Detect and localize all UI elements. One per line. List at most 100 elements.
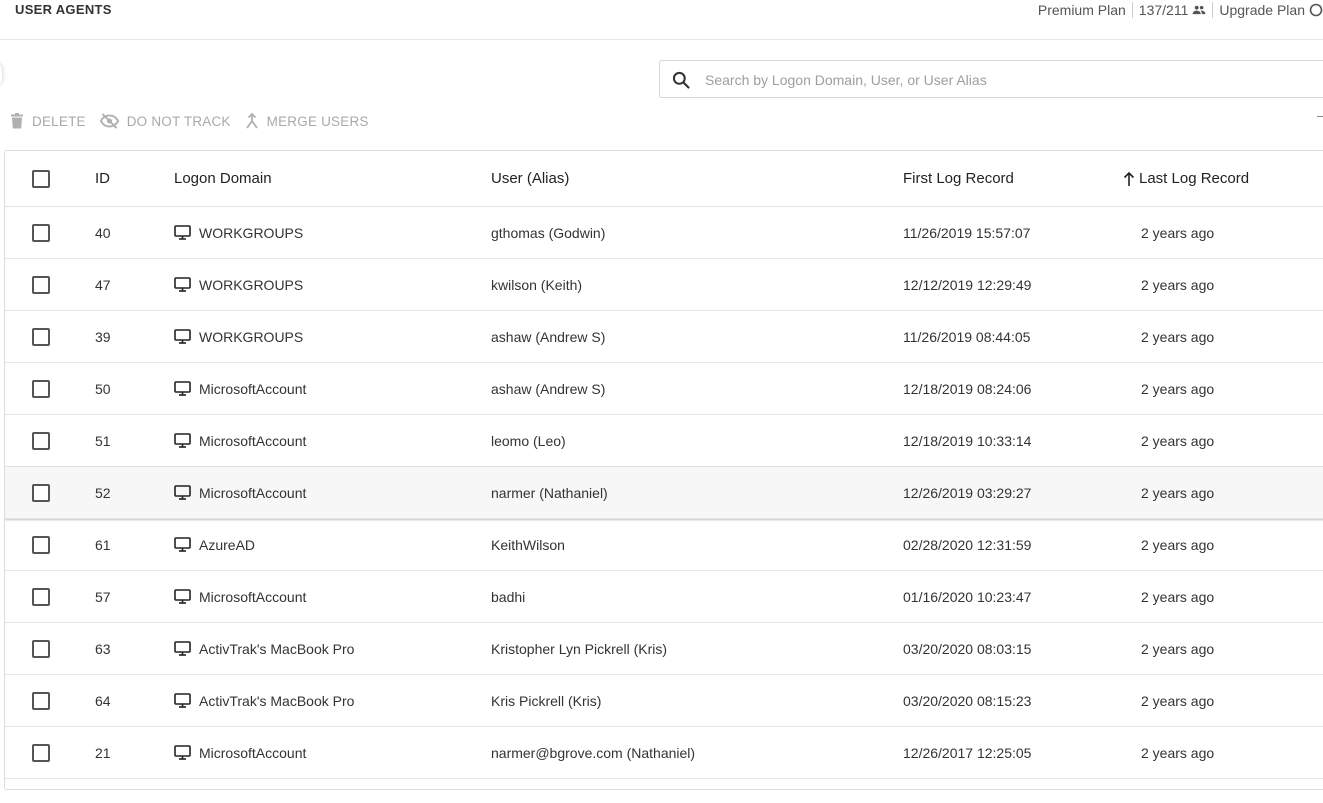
row-id: 64 <box>95 692 111 709</box>
row-last-log: 2 years ago <box>1141 692 1215 709</box>
monitor-icon <box>174 537 191 552</box>
row-first-log: 12/26/2019 03:29:27 <box>903 484 1032 501</box>
monitor-icon <box>174 745 191 760</box>
table-row[interactable]: 51 MicrosoftAccount leomo (Leo) 12/18/2019 … <box>5 415 1323 467</box>
eye-off-icon <box>99 113 119 129</box>
row-id: 57 <box>95 588 111 605</box>
row-checkbox[interactable] <box>32 275 50 294</box>
monitor-icon <box>174 433 191 448</box>
column-header-last-log[interactable]: Last Log Record <box>1123 151 1249 206</box>
row-logon-domain: ActivTrak's MacBook Pro <box>174 623 354 674</box>
column-header-first-log[interactable]: First Log Record <box>903 151 1014 206</box>
row-id: 40 <box>95 224 111 241</box>
do-not-track-button[interactable]: DO NOT TRACK <box>99 113 231 129</box>
row-user: Kristopher Lyn Pickrell (Kris) <box>491 640 668 657</box>
row-checkbox[interactable] <box>32 327 50 346</box>
arrow-up-icon <box>1123 171 1135 186</box>
select-all-checkbox[interactable] <box>32 169 50 188</box>
row-first-log: 12/18/2019 10:33:14 <box>903 432 1032 449</box>
row-logon-domain: MicrosoftAccount <box>174 363 306 414</box>
column-header-id[interactable]: ID <box>95 151 110 206</box>
table-row[interactable]: 61 AzureAD KeithWilson 02/28/2020 12:31:59 2… <box>5 519 1323 571</box>
row-id: 63 <box>95 640 111 657</box>
row-checkbox[interactable] <box>32 639 50 658</box>
row-first-log: 12/12/2019 12:29:49 <box>903 276 1032 293</box>
row-logon-domain-label: MicrosoftAccount <box>199 432 307 449</box>
row-first-log: 12/26/2017 12:25:05 <box>903 744 1032 761</box>
row-checkbox[interactable] <box>32 743 50 762</box>
row-id: 50 <box>95 380 111 397</box>
row-logon-domain-label: MicrosoftAccount <box>199 380 307 397</box>
row-user: badhi <box>491 588 526 605</box>
row-logon-domain-label: ActivTrak's MacBook Pro <box>199 692 355 709</box>
row-logon-domain-label: MicrosoftAccount <box>199 744 307 761</box>
row-logon-domain: MicrosoftAccount <box>174 415 306 466</box>
row-id: 52 <box>95 484 111 501</box>
column-header-user[interactable]: User (Alias) <box>491 151 569 206</box>
merge-users-button[interactable]: MERGE USERS <box>245 113 369 129</box>
divider <box>1212 2 1214 18</box>
row-user: narmer (Nathaniel) <box>491 484 608 501</box>
row-last-log: 2 years ago <box>1141 640 1215 657</box>
row-logon-domain-label: WORKGROUPS <box>199 224 304 241</box>
column-menu-handle[interactable] <box>1317 116 1323 117</box>
plan-name[interactable]: Premium Plan <box>1038 2 1126 18</box>
table-row[interactable]: 63 ActivTrak's MacBook Pro Kristopher Lyn … <box>5 623 1323 675</box>
row-checkbox[interactable] <box>32 223 50 242</box>
plan-info: Premium Plan 137/211 Upgrade Plan <box>1038 2 1323 18</box>
row-user: narmer@bgrove.com (Nathaniel) <box>491 744 696 761</box>
table-row[interactable]: 39 WORKGROUPS ashaw (Andrew S) 11/26/2019 0… <box>5 311 1323 363</box>
action-toolbar: DELETE DO NOT TRACK MERGE USERS <box>10 110 383 132</box>
row-user: gthomas (Godwin) <box>491 224 606 241</box>
divider <box>1131 2 1133 18</box>
table-row[interactable]: 64 ActivTrak's MacBook Pro Kris Pickrell (… <box>5 675 1323 727</box>
row-id: 39 <box>95 328 111 345</box>
delete-button[interactable]: DELETE <box>10 113 86 129</box>
row-checkbox[interactable] <box>32 483 50 502</box>
row-first-log: 11/26/2019 08:44:05 <box>903 328 1031 345</box>
table-row[interactable]: 21 MicrosoftAccount narmer@bgrove.com (Nat… <box>5 727 1323 779</box>
row-logon-domain-label: ActivTrak's MacBook Pro <box>199 640 355 657</box>
table-row[interactable]: 47 WORKGROUPS kwilson (Keith) 12/12/2019 12… <box>5 259 1323 311</box>
table-row[interactable]: 57 MicrosoftAccount badhi 01/16/2020 10:23:… <box>5 571 1323 623</box>
row-logon-domain: ActivTrak's MacBook Pro <box>174 675 354 726</box>
row-user: kwilson (Keith) <box>491 276 583 293</box>
row-last-log: 2 years ago <box>1141 484 1215 501</box>
row-last-log: 2 years ago <box>1141 276 1215 293</box>
arrow-circle-icon[interactable] <box>1309 3 1323 17</box>
upgrade-plan-link[interactable]: Upgrade Plan <box>1219 2 1305 18</box>
row-first-log: 01/16/2020 10:23:47 <box>903 588 1032 605</box>
row-id: 61 <box>95 536 111 553</box>
row-logon-domain-label: AzureAD <box>199 536 256 553</box>
row-id: 21 <box>95 744 111 761</box>
row-last-log: 2 years ago <box>1141 328 1215 345</box>
row-checkbox[interactable] <box>32 379 50 398</box>
row-logon-domain: WORKGROUPS <box>174 311 303 362</box>
table-header: ID Logon Domain User (Alias) First Log R… <box>5 151 1323 207</box>
row-checkbox[interactable] <box>32 535 50 554</box>
search-input[interactable] <box>705 69 1305 91</box>
column-header-logon-domain[interactable]: Logon Domain <box>174 151 272 206</box>
row-logon-domain-label: MicrosoftAccount <box>199 588 307 605</box>
monitor-icon <box>174 485 191 500</box>
table-row[interactable]: 50 MicrosoftAccount ashaw (Andrew S) 12/18/… <box>5 363 1323 415</box>
row-last-log: 2 years ago <box>1141 744 1215 761</box>
row-user: KeithWilson <box>491 536 565 553</box>
table-row[interactable]: 40 WORKGROUPS gthomas (Godwin) 11/26/2019 1… <box>5 207 1323 259</box>
row-last-log: 2 years ago <box>1141 536 1215 553</box>
side-panel-handle[interactable] <box>0 62 2 86</box>
monitor-icon <box>174 641 191 656</box>
row-logon-domain: MicrosoftAccount <box>174 571 306 622</box>
table-row[interactable]: 52 MicrosoftAccount narmer (Nathaniel) 12/2… <box>5 467 1323 519</box>
merge-users-label: MERGE USERS <box>266 113 369 129</box>
top-bar: USER AGENTS Premium Plan 137/211 Upgrade… <box>0 0 1323 40</box>
row-logon-domain: WORKGROUPS <box>174 207 303 258</box>
row-logon-domain: MicrosoftAccount <box>174 467 306 518</box>
row-id: 51 <box>95 432 111 449</box>
row-user: ashaw (Andrew S) <box>491 328 606 345</box>
trash-icon <box>11 113 23 129</box>
row-checkbox[interactable] <box>32 431 50 450</box>
row-checkbox[interactable] <box>32 587 50 606</box>
row-id: 47 <box>95 276 111 293</box>
row-checkbox[interactable] <box>32 691 50 710</box>
